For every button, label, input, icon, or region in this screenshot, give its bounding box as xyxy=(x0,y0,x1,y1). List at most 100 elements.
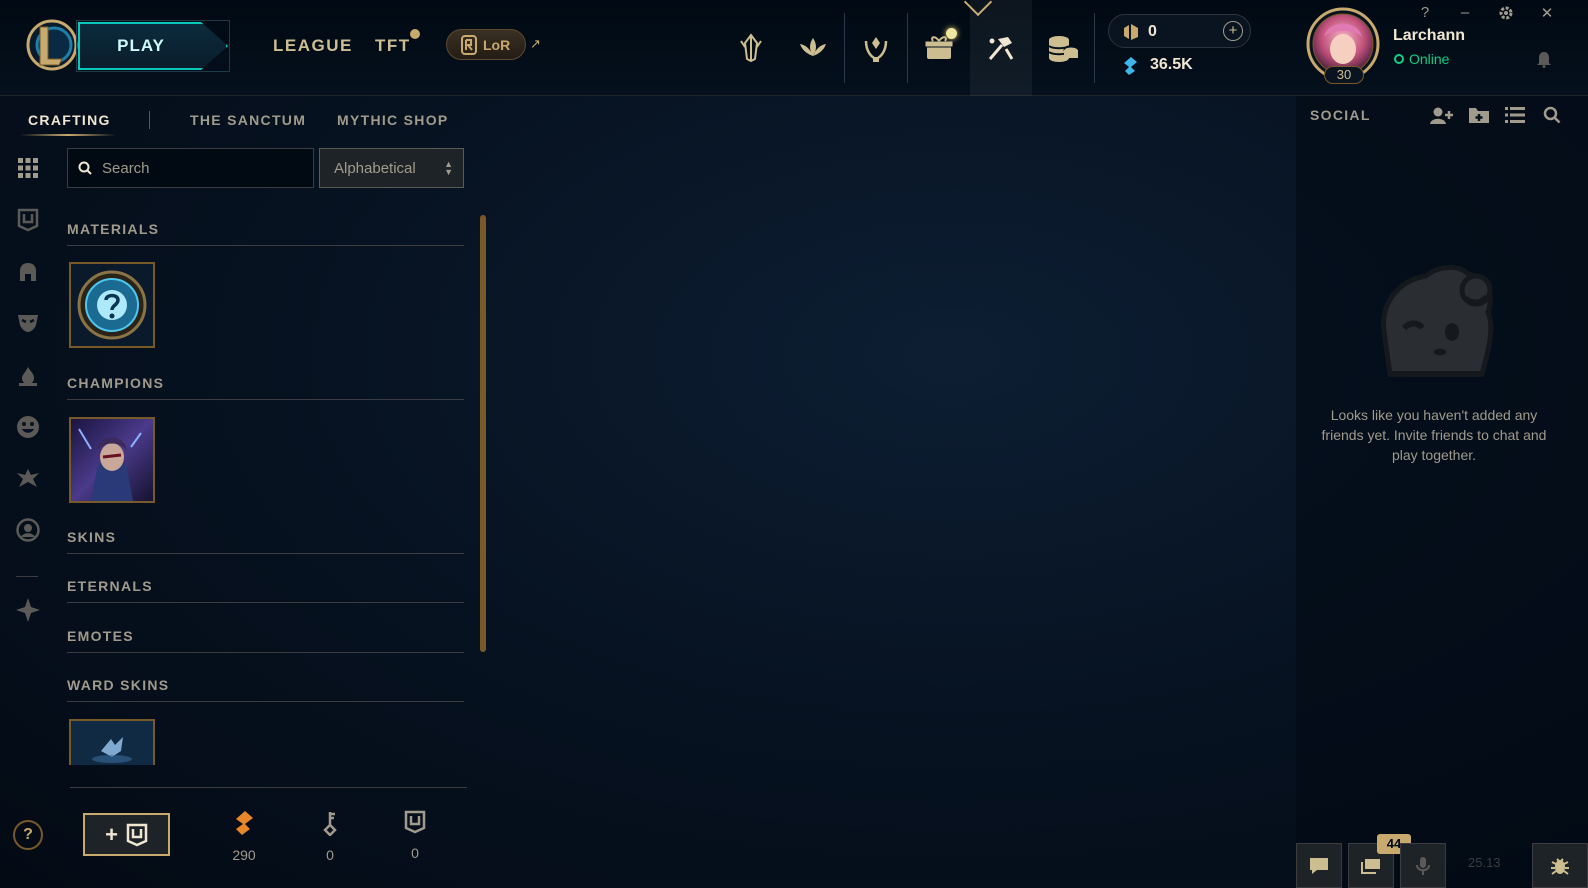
flame-icon xyxy=(17,365,39,387)
list-view-icon[interactable] xyxy=(1505,106,1527,126)
blue-essence-icon xyxy=(1121,56,1139,76)
lor-launch-button[interactable]: LoR xyxy=(446,29,526,60)
tab-mythic-shop[interactable]: MYTHIC SHOP xyxy=(337,112,449,128)
bug-report-button[interactable] xyxy=(1532,843,1588,888)
bug-icon xyxy=(1550,856,1570,876)
chest-icon xyxy=(17,208,39,232)
filter-ward-skins[interactable] xyxy=(14,465,42,493)
add-folder-icon[interactable] xyxy=(1468,106,1490,126)
tab-active-underline xyxy=(20,134,116,136)
section-ward-skins: WARD SKINS xyxy=(67,677,464,702)
lor-icon xyxy=(461,34,477,55)
gear-icon xyxy=(1497,4,1517,22)
mystery-token-icon xyxy=(71,264,153,346)
sort-dropdown[interactable]: Alphabetical ▲ ▼ xyxy=(319,148,464,188)
online-status-icon xyxy=(1394,54,1404,64)
close-button[interactable]: ✕ xyxy=(1537,4,1557,22)
chest-icon xyxy=(404,810,426,834)
voice-button[interactable] xyxy=(1400,843,1446,888)
section-eternals: ETERNALS xyxy=(67,578,464,603)
filter-emotes[interactable] xyxy=(14,413,42,441)
chat-bubble-icon xyxy=(1309,857,1329,875)
message-stack-icon xyxy=(1361,857,1381,875)
microphone-icon xyxy=(1416,856,1430,876)
nav-tft[interactable]: TFT xyxy=(375,36,411,56)
search-input[interactable] xyxy=(102,159,292,177)
keys-stat: 0 xyxy=(310,810,350,863)
filter-chests[interactable] xyxy=(14,206,42,234)
riot-points-value: 0 xyxy=(1148,23,1157,40)
section-emotes: EMOTES xyxy=(67,628,464,653)
filter-skins[interactable] xyxy=(14,309,42,337)
grid-icon xyxy=(17,157,39,179)
minimize-button[interactable]: – xyxy=(1455,4,1475,21)
search-field[interactable] xyxy=(67,148,314,188)
help-window-button[interactable]: ? xyxy=(1415,4,1435,21)
tab-the-sanctum[interactable]: THE SANCTUM xyxy=(190,112,306,128)
add-chest-button[interactable]: + xyxy=(83,813,170,856)
filter-champions[interactable] xyxy=(14,258,42,286)
tft-diamond-icon xyxy=(15,597,41,623)
home-crystal-icon xyxy=(738,33,764,63)
nav-league[interactable]: LEAGUE xyxy=(273,36,353,56)
blue-essence-value: 36.5K xyxy=(1150,56,1193,73)
buy-rp-button[interactable]: + xyxy=(1223,21,1243,41)
filter-summoner-icons[interactable] xyxy=(14,516,42,544)
client-version: 25.13 xyxy=(1468,855,1501,870)
chest-icon xyxy=(126,823,148,847)
social-panel xyxy=(1296,96,1588,888)
social-title: SOCIAL xyxy=(1310,107,1371,123)
filter-tft[interactable] xyxy=(14,596,42,624)
nav-tft-hub[interactable] xyxy=(782,0,844,96)
tft-notification-dot xyxy=(410,29,420,39)
champion-portrait-icon xyxy=(71,419,153,501)
social-empty-message: Looks like you haven't added any friends… xyxy=(1321,407,1547,463)
chat-button[interactable] xyxy=(1296,843,1342,888)
key-icon xyxy=(321,810,339,836)
add-label: + xyxy=(105,821,118,847)
section-skins: SKINS xyxy=(67,529,464,554)
nav-store[interactable] xyxy=(1032,0,1094,96)
lor-label: LoR xyxy=(483,36,511,53)
section-champions: CHAMPIONS xyxy=(67,375,464,400)
gift-notification-dot xyxy=(946,28,957,39)
ward-skin-tile[interactable] xyxy=(69,719,155,765)
scrollbar-thumb[interactable] xyxy=(480,215,486,652)
level-badge: 30 xyxy=(1324,66,1364,84)
footer-divider xyxy=(70,787,467,788)
champion-tile[interactable] xyxy=(69,417,155,503)
side-divider xyxy=(16,576,38,577)
crafting-hammer-icon xyxy=(986,33,1016,63)
username[interactable]: Larchann xyxy=(1393,27,1465,45)
external-link-icon[interactable]: ↗ xyxy=(530,36,541,52)
nav-separator xyxy=(1094,13,1095,83)
keys-value: 0 xyxy=(326,847,334,863)
league-logo-icon[interactable] xyxy=(26,19,78,71)
search-icon xyxy=(78,161,92,175)
filter-all[interactable] xyxy=(14,154,42,182)
material-tile[interactable] xyxy=(69,262,155,348)
profile-circle-icon xyxy=(16,518,40,542)
riot-points-icon xyxy=(1121,22,1141,42)
poro-illustration-icon xyxy=(1370,262,1498,382)
nav-loot[interactable] xyxy=(970,0,1032,96)
nav-collection[interactable] xyxy=(908,0,970,96)
ward-skin-preview-icon xyxy=(71,721,153,765)
status-text[interactable]: Online xyxy=(1409,51,1449,67)
chests-stat: 0 xyxy=(395,810,435,861)
laurel-crest-icon xyxy=(862,33,890,63)
main-nav-icons xyxy=(720,0,1095,96)
ward-icon xyxy=(15,467,41,491)
coin-stack-icon xyxy=(1047,34,1079,62)
add-friend-icon[interactable] xyxy=(1430,106,1453,126)
search-icon[interactable] xyxy=(1543,106,1565,126)
nav-home[interactable] xyxy=(720,0,782,96)
nav-profile[interactable] xyxy=(845,0,907,96)
orange-essence-icon xyxy=(233,810,255,836)
tab-crafting[interactable]: CRAFTING xyxy=(28,112,111,128)
help-button[interactable]: ? xyxy=(13,820,43,850)
play-button[interactable]: PLAY xyxy=(78,22,228,70)
bell-icon[interactable] xyxy=(1536,50,1552,68)
filter-eternals[interactable] xyxy=(14,362,42,390)
settings-gear-button[interactable] xyxy=(1497,4,1517,22)
